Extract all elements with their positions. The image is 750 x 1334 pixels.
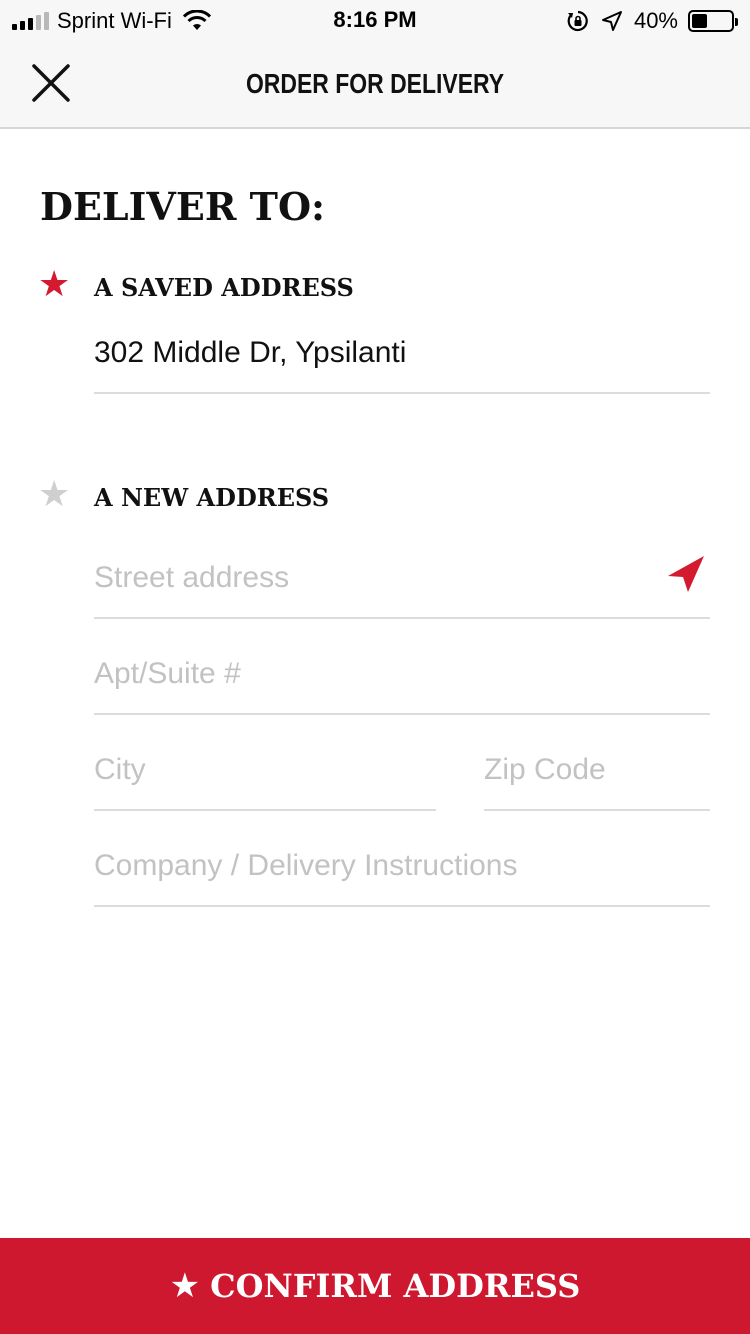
street-address-input[interactable] (94, 538, 654, 617)
city-input[interactable] (94, 730, 436, 809)
page-title: ORDER FOR DELIVERY (245, 68, 505, 99)
saved-address-value: 302 Middle Dr, Ypsilanti (94, 336, 407, 369)
delivery-instructions-input[interactable] (94, 826, 710, 905)
star-icon: ★ (169, 1267, 201, 1305)
location-icon (601, 11, 622, 31)
apt-suite-input[interactable] (94, 634, 710, 713)
confirm-address-button[interactable]: ★ CONFIRM ADDRESS (0, 1238, 750, 1334)
battery-percent: 40% (633, 8, 678, 33)
street-address-field[interactable] (94, 538, 710, 619)
saved-address-star-icon[interactable]: ★ (38, 266, 70, 302)
close-icon (32, 64, 70, 102)
battery-icon (688, 10, 738, 32)
city-field[interactable] (94, 730, 436, 811)
new-address-star-icon[interactable]: ★ (38, 476, 70, 512)
nav-bar: ORDER FOR DELIVERY (0, 40, 750, 129)
status-bar: Sprint Wi-Fi 8:16 PM 40% (0, 0, 750, 40)
saved-address-field[interactable]: 302 Middle Dr, Ypsilanti (94, 320, 710, 394)
locate-me-icon[interactable] (666, 554, 706, 594)
deliver-to-heading: DELIVER TO: (40, 184, 326, 229)
battery-cap (735, 18, 738, 26)
battery-fill (692, 14, 707, 28)
delivery-instructions-field[interactable] (94, 826, 710, 907)
zip-code-field[interactable] (484, 730, 710, 811)
new-address-label[interactable]: A NEW ADDRESS (94, 483, 329, 512)
status-right: 40% (566, 7, 738, 35)
zip-code-input[interactable] (484, 730, 710, 809)
apt-suite-field[interactable] (94, 634, 710, 715)
rotation-lock-icon (567, 10, 588, 32)
saved-address-label[interactable]: A SAVED ADDRESS (94, 273, 354, 302)
confirm-address-label: CONFIRM ADDRESS (210, 1267, 581, 1305)
